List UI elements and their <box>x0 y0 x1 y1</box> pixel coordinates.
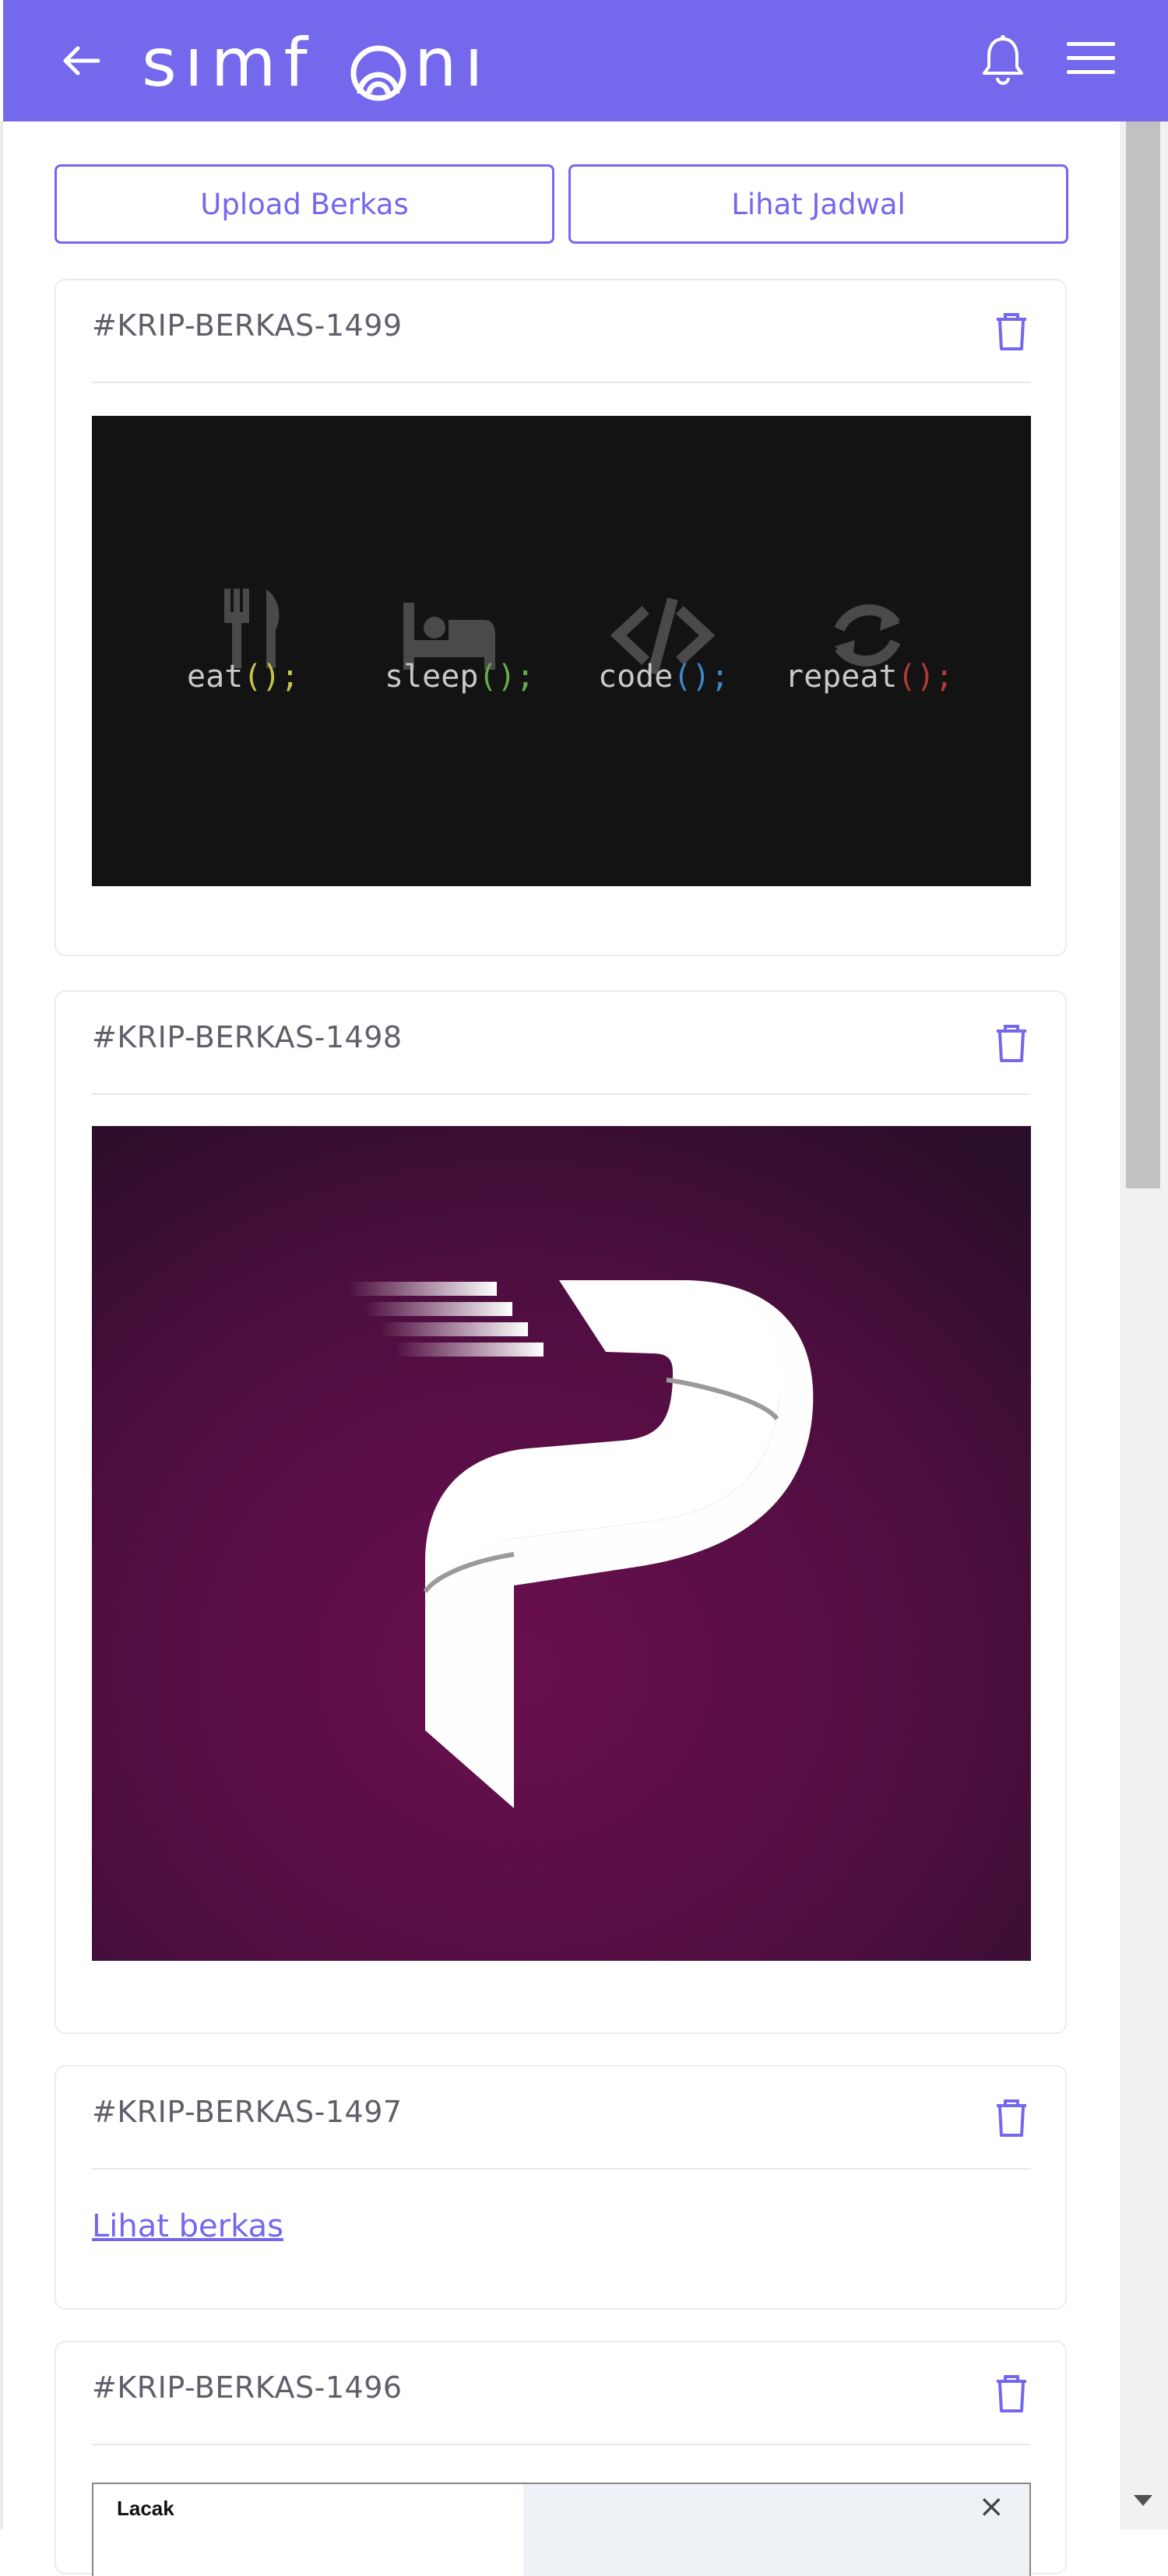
p-logo-image <box>92 1126 1031 1961</box>
card-divider <box>92 382 1031 383</box>
card-divider <box>92 1093 1031 1095</box>
word-code: code <box>598 659 673 695</box>
brand-logo: simfoni sımf nı <box>142 14 500 106</box>
berkas-card: #KRIP-BERKAS-1496 Lacak × <box>55 2341 1067 2576</box>
punct-code: (); <box>673 659 729 695</box>
berkas-id: #KRIP-BERKAS-1496 <box>92 2370 403 2405</box>
svg-text:repeat();: repeat(); <box>785 659 954 695</box>
punct-eat: (); <box>243 659 299 695</box>
image-right-panel <box>523 2484 1029 2576</box>
trash-icon[interactable] <box>992 2098 1031 2138</box>
trash-icon[interactable] <box>992 311 1031 352</box>
scroll-down-arrow-icon[interactable] <box>1134 2495 1152 2506</box>
word-eat: eat <box>187 659 243 695</box>
scrollbar[interactable] <box>1120 121 1168 2529</box>
eat-sleep-code-repeat-image: eat(); sleep(); code(); repeat(); <box>187 589 954 695</box>
svg-text:sleep();: sleep(); <box>385 659 535 695</box>
word-repeat: repeat <box>785 659 898 695</box>
berkas-image[interactable]: eat(); sleep(); code(); repeat(); <box>92 416 1031 886</box>
svg-text:nı: nı <box>414 24 491 102</box>
svg-text:sımf: sımf <box>142 24 315 102</box>
berkas-card: #KRIP-BERKAS-1498 <box>55 991 1067 2034</box>
card-divider <box>92 2444 1031 2445</box>
berkas-id: #KRIP-BERKAS-1497 <box>92 2095 403 2129</box>
upload-berkas-button[interactable]: Upload Berkas <box>55 164 554 244</box>
berkas-image[interactable] <box>92 1126 1031 1961</box>
bell-icon[interactable] <box>978 33 1028 86</box>
punct-repeat: (); <box>898 659 954 695</box>
trash-icon[interactable] <box>992 2374 1031 2414</box>
trash-icon[interactable] <box>992 1023 1031 1064</box>
app-header: simfoni sımf nı <box>0 0 1168 121</box>
lihat-jadwal-button[interactable]: Lihat Jadwal <box>568 164 1068 244</box>
berkas-card: #KRIP-BERKAS-1499 eat(); sleep(); code()… <box>55 279 1067 956</box>
close-icon: × <box>978 2489 1004 2525</box>
refresh-icon <box>834 604 901 667</box>
scrollbar-thumb[interactable] <box>1126 121 1160 1188</box>
back-arrow-icon[interactable] <box>59 40 103 81</box>
svg-text:code();: code(); <box>598 659 730 695</box>
hamburger-menu-icon[interactable] <box>1065 39 1117 78</box>
berkas-id: #KRIP-BERKAS-1498 <box>92 1020 403 1054</box>
berkas-image[interactable]: Lacak × <box>92 2483 1031 2576</box>
berkas-card: #KRIP-BERKAS-1497 Lihat berkas <box>55 2065 1067 2310</box>
lihat-berkas-link[interactable]: Lihat berkas <box>92 2208 283 2244</box>
fork-knife-icon <box>224 589 280 668</box>
berkas-id: #KRIP-BERKAS-1499 <box>92 308 403 343</box>
svg-text:eat();: eat(); <box>187 659 300 695</box>
word-sleep: sleep <box>385 659 478 695</box>
image-caption: Lacak <box>117 2497 174 2520</box>
punct-sleep: (); <box>478 659 534 695</box>
card-divider <box>92 2168 1031 2170</box>
brand-logo-graphic: sımf nı <box>142 24 491 102</box>
